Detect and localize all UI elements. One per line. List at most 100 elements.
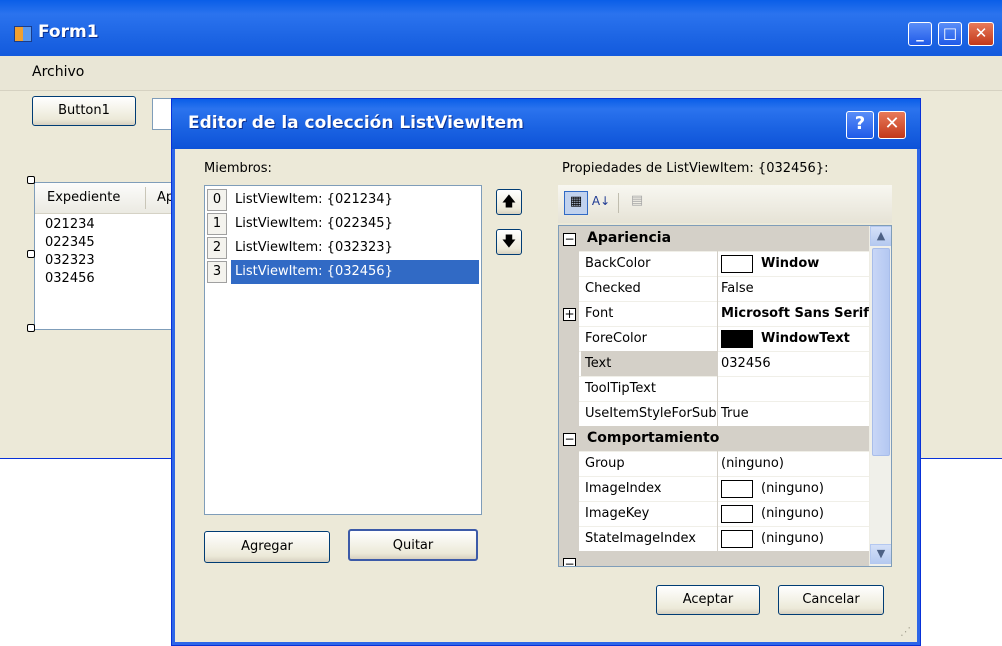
property-pages-icon[interactable]: ▤ (626, 191, 648, 213)
scroll-up-icon[interactable]: ▲ (870, 226, 891, 246)
property-value[interactable]: False (717, 276, 871, 301)
category-next[interactable]: − (559, 551, 869, 566)
property-value[interactable]: (ninguno) (717, 501, 871, 526)
remove-button[interactable]: Quitar (348, 529, 478, 561)
arrow-down-icon: 🡇 (501, 234, 517, 250)
member-item-2[interactable]: 2 ListViewItem: {032323} (207, 236, 479, 260)
property-value[interactable]: 032456 (717, 351, 871, 376)
members-list[interactable]: 0 ListViewItem: {021234} 1 ListViewItem:… (204, 185, 482, 515)
collapse-icon[interactable]: − (563, 232, 576, 247)
members-label: Miembros: (204, 161, 272, 176)
list-item[interactable]: 021234 (45, 217, 95, 232)
collapse-icon[interactable]: − (563, 557, 576, 566)
column-expediente[interactable]: Expediente (47, 190, 120, 205)
alphabetical-icon[interactable]: A↓ (590, 191, 612, 213)
property-row-imageindex[interactable]: ImageIndex (ninguno) (559, 476, 869, 502)
button1[interactable]: Button1 (32, 96, 136, 126)
property-name: UseItemStyleForSubItems (581, 401, 718, 426)
property-row-backcolor[interactable]: BackColor Window (559, 251, 869, 277)
member-text: ListViewItem: {032323} (235, 240, 393, 255)
maximize-icon[interactable]: □ (938, 22, 962, 46)
member-index: 1 (207, 213, 227, 235)
listview1[interactable]: Expediente Ap 021234 022345 032323 03245… (34, 182, 186, 330)
property-row-group[interactable]: Group (ninguno) (559, 451, 869, 477)
member-text: ListViewItem: {022345} (235, 216, 393, 231)
category-label: Apariencia (587, 230, 672, 246)
member-item-0[interactable]: 0 ListViewItem: {021234} (207, 188, 479, 212)
scroll-down-icon[interactable]: ▼ (870, 544, 891, 564)
add-button[interactable]: Agregar (204, 531, 330, 563)
property-row-text[interactable]: Text 032456 (559, 351, 869, 377)
resize-grip[interactable] (27, 324, 35, 332)
color-swatch (721, 329, 753, 348)
list-item[interactable]: 022345 (45, 235, 95, 250)
member-index: 3 (207, 261, 227, 283)
size-grip-icon[interactable]: ⋰ (900, 625, 911, 638)
member-item-1[interactable]: 1 ListViewItem: {022345} (207, 212, 479, 236)
member-text: ListViewItem: {021234} (235, 192, 393, 207)
minimize-icon[interactable]: _ (908, 22, 932, 46)
property-name: ForeColor (581, 326, 718, 351)
category-label: Comportamiento (587, 430, 720, 446)
close-icon[interactable]: ✕ (968, 22, 994, 46)
property-name: Font (581, 301, 718, 326)
cancel-button[interactable]: Cancelar (778, 585, 884, 615)
property-value[interactable]: (ninguno) (717, 451, 871, 476)
property-grid[interactable]: − Apariencia BackColor Window Checked Fa… (558, 225, 892, 567)
collapse-icon[interactable]: − (563, 432, 576, 447)
category-apariencia[interactable]: − Apariencia (559, 226, 869, 252)
member-index: 0 (207, 189, 227, 211)
property-value[interactable]: WindowText (717, 326, 871, 351)
property-row-tooltiptext[interactable]: ToolTipText (559, 376, 869, 402)
property-row-forecolor[interactable]: ForeColor WindowText (559, 326, 869, 352)
list-item[interactable]: 032456 (45, 271, 95, 286)
menu-archivo[interactable]: Archivo (32, 64, 84, 80)
image-preview-box (721, 479, 753, 498)
member-text: ListViewItem: {032456} (231, 260, 479, 284)
collection-editor-dialog: Editor de la colección ListViewItem ? ✕ … (171, 98, 921, 646)
property-name: Group (581, 451, 718, 476)
list-item[interactable]: 032323 (45, 253, 95, 268)
property-value[interactable]: Window (717, 251, 871, 276)
listview-header: Expediente Ap (35, 183, 185, 214)
property-name: StateImageIndex (581, 526, 718, 551)
property-name: Checked (581, 276, 718, 301)
menu-bar (0, 56, 1002, 91)
property-value[interactable] (717, 376, 871, 401)
help-icon[interactable]: ? (846, 111, 874, 139)
expand-icon[interactable]: + (563, 307, 576, 322)
property-row-stateimageindex[interactable]: StateImageIndex (ninguno) (559, 526, 869, 552)
category-comportamiento[interactable]: − Comportamiento (559, 426, 869, 452)
property-row-checked[interactable]: Checked False (559, 276, 869, 302)
property-value[interactable]: True (717, 401, 871, 426)
resize-grip[interactable] (27, 176, 35, 184)
property-value[interactable]: (ninguno) (717, 526, 871, 551)
property-name: BackColor (581, 251, 718, 276)
property-row-imagekey[interactable]: ImageKey (ninguno) (559, 501, 869, 527)
move-up-button[interactable]: 🡅 (496, 189, 522, 215)
property-toolbar: ▦ A↓ ▤ (558, 185, 892, 223)
arrow-up-icon: 🡅 (501, 194, 517, 210)
color-swatch (721, 254, 753, 273)
move-down-button[interactable]: 🡇 (496, 229, 522, 255)
property-name: ImageIndex (581, 476, 718, 501)
property-name: Text (581, 351, 718, 376)
toolbar-separator (618, 193, 619, 213)
property-row-useitemstyle[interactable]: UseItemStyleForSubItems True (559, 401, 869, 427)
dialog-close-icon[interactable]: ✕ (878, 111, 906, 139)
resize-grip[interactable] (27, 250, 35, 258)
properties-label: Propiedades de ListViewItem: {032456}: (562, 161, 829, 176)
vertical-scrollbar[interactable]: ▲ ▼ (869, 226, 891, 566)
scroll-thumb[interactable] (872, 248, 890, 456)
app-icon (14, 26, 32, 42)
property-value[interactable]: (ninguno) (717, 476, 871, 501)
column-divider[interactable] (145, 187, 146, 209)
image-preview-box (721, 529, 753, 548)
categorized-icon[interactable]: ▦ (564, 191, 588, 215)
property-row-font[interactable]: + Font Microsoft Sans Serif (559, 301, 869, 327)
form1-title: Form1 (38, 22, 99, 42)
accept-button[interactable]: Aceptar (656, 585, 760, 615)
member-index: 2 (207, 237, 227, 259)
member-item-3[interactable]: 3 ListViewItem: {032456} (207, 260, 479, 284)
property-value[interactable]: Microsoft Sans Serif (717, 301, 871, 326)
